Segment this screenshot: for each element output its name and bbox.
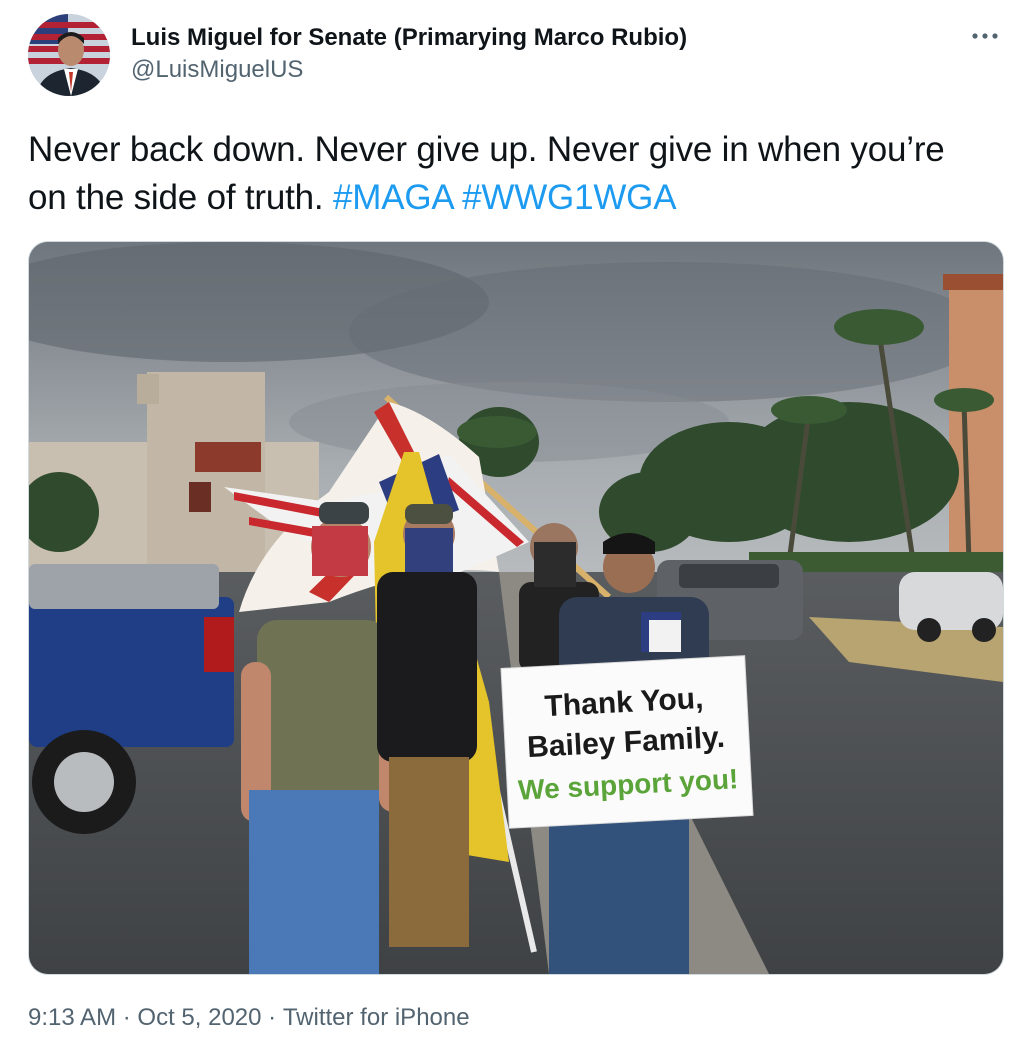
meta-separator: · — [268, 1004, 277, 1031]
tweet-photo[interactable]: Thank You, Bailey Family. We support you… — [28, 241, 1004, 975]
photo-scene: Thank You, Bailey Family. We support you… — [29, 242, 1003, 974]
tweet-time-link[interactable]: 9:13 AM — [28, 1004, 116, 1032]
tweet-text: Never back down. Never give up. Never gi… — [28, 126, 988, 222]
hashtag-wwg1wga-link[interactable]: #WWG1WGA — [462, 178, 676, 217]
tweet-date-link[interactable]: Oct 5, 2020 — [137, 1004, 261, 1032]
meta-separator: · — [122, 1004, 131, 1031]
author-handle[interactable]: @LuisMiguelUS — [131, 56, 687, 84]
tweet-meta: 9:13 AM · Oct 5, 2020 · Twitter for iPho… — [28, 1004, 470, 1032]
more-horizontal-icon — [972, 33, 998, 39]
author-block[interactable]: Luis Miguel for Senate (Primarying Marco… — [131, 24, 687, 84]
avatar-image — [28, 14, 110, 96]
author-avatar[interactable] — [28, 14, 110, 96]
author-display-name[interactable]: Luis Miguel for Senate (Primarying Marco… — [131, 24, 687, 52]
tweet-source: Twitter for iPhone — [282, 1004, 470, 1031]
more-options-button[interactable] — [970, 22, 1000, 50]
tweet-text-space — [453, 178, 463, 217]
hashtag-maga-link[interactable]: #MAGA — [333, 178, 453, 217]
